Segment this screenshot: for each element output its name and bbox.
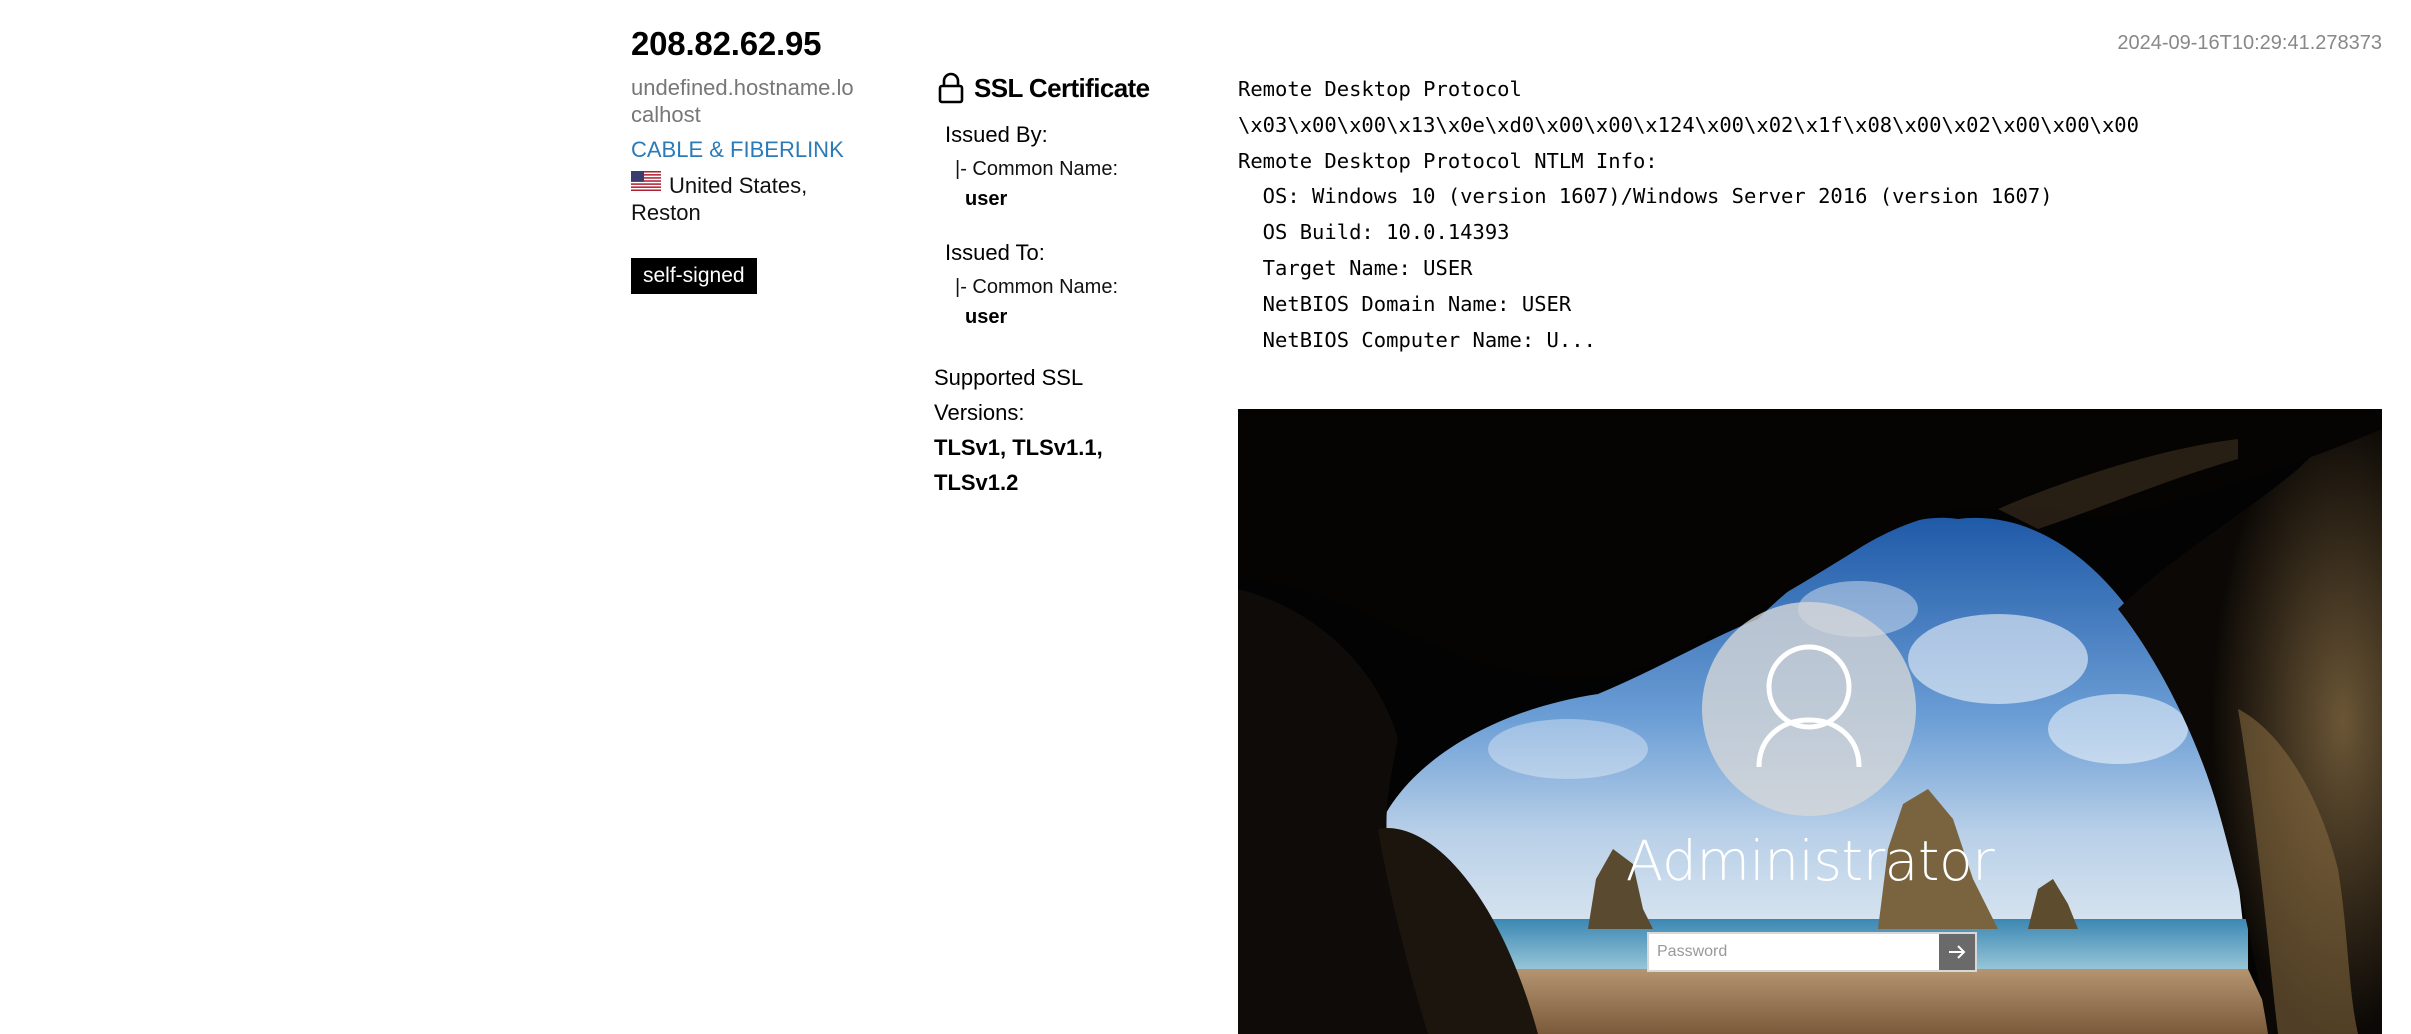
issued-by-cn-value: user	[965, 188, 1008, 210]
issued-by-cn-label: |- Common Name:	[955, 158, 1119, 180]
user-icon	[1756, 644, 1862, 768]
org-link[interactable]: CABLE & FIBERLINK	[631, 136, 871, 163]
service-banner: Remote Desktop Protocol \x03\x00\x00\x13…	[1238, 72, 2382, 358]
ssl-versions-value: TLSv1, TLSv1.1, TLSv1.2	[934, 435, 1103, 495]
issued-to-label: Issued To:	[945, 240, 1045, 265]
scan-timestamp: 2024-09-16T10:29:41.278373	[2117, 32, 2382, 54]
arrow-right-icon	[1949, 945, 1966, 959]
host-location: United States, Reston	[631, 171, 851, 226]
issued-to-cn-value: user	[965, 306, 1008, 328]
rdp-screenshot[interactable]: Administrator	[1238, 409, 2382, 1034]
host-summary: 208.82.62.95 undefined.hostname.localhos…	[631, 24, 871, 294]
us-flag-icon	[631, 171, 661, 191]
ssl-title: SSL Certificate	[934, 68, 1164, 108]
hostname: undefined.hostname.localhost	[631, 75, 854, 127]
banner-text[interactable]: Remote Desktop Protocol \x03\x00\x00\x13…	[1238, 72, 2382, 358]
ssl-versions-label: Supported SSL Versions:	[934, 365, 1083, 425]
host-details-page: 208.82.62.95 undefined.hostname.localhos…	[0, 0, 2411, 1034]
host-ip: 208.82.62.95	[631, 25, 822, 62]
issued-to: Issued To: |- Common Name: user	[945, 240, 1164, 330]
ssl-title-text: SSL Certificate	[974, 73, 1150, 103]
ssl-certificate-panel: SSL Certificate Issued By: |- Common Nam…	[934, 68, 1164, 500]
self-signed-badge[interactable]: self-signed	[631, 258, 757, 294]
issued-by: Issued By: |- Common Name: user	[945, 122, 1164, 212]
submit-button[interactable]	[1939, 934, 1975, 970]
password-box	[1647, 932, 1977, 972]
user-avatar	[1702, 602, 1916, 816]
issued-to-cn-label: |- Common Name:	[955, 276, 1119, 298]
issued-by-label: Issued By:	[945, 122, 1048, 147]
password-input[interactable]	[1649, 934, 1939, 970]
lock-icon	[938, 72, 964, 104]
username-label: Administrator	[1625, 829, 1995, 893]
